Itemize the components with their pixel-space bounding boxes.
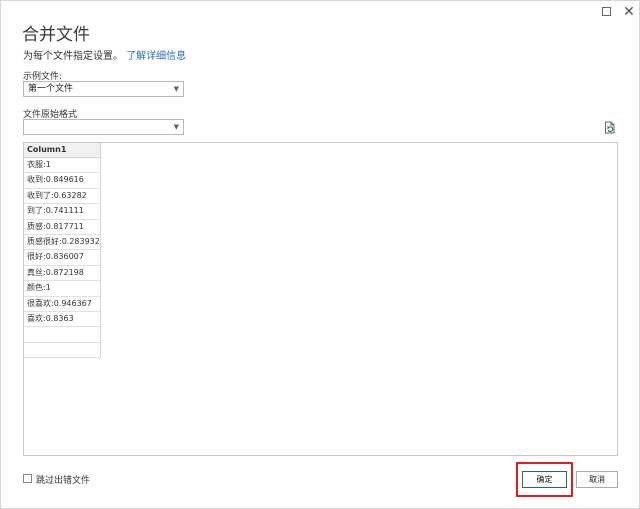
table-row[interactable]: 颜色:1 <box>24 281 100 297</box>
dialog-title: 合并文件 <box>22 25 90 45</box>
close-button[interactable]: ✕ <box>622 5 636 19</box>
learn-more-link[interactable]: 了解详细信息 <box>126 51 186 62</box>
sample-file-value: 第一个文件 <box>28 84 74 94</box>
file-origin-dropdown[interactable]: ▼ <box>23 119 184 135</box>
preview-table: Column1 衣服:1 收到:0.849616 收到了:0.63282 到了:0.7… <box>24 143 101 359</box>
ok-button[interactable]: 确定 <box>522 471 567 488</box>
subtitle-text: 为每个文件指定设置。 <box>23 51 123 62</box>
table-row[interactable]: 收到:0.849616 <box>24 173 100 189</box>
skip-errors-label: 跳过出错文件 <box>36 476 91 486</box>
chevron-down-icon: ▼ <box>173 123 179 131</box>
column-header[interactable]: Column1 <box>24 143 100 158</box>
maximize-button[interactable] <box>599 5 613 19</box>
table-row[interactable]: 真丝:0.872198 <box>24 266 100 282</box>
table-row[interactable]: 收到了:0.63282 <box>24 189 100 205</box>
table-row[interactable]: 质感:0.817711 <box>24 220 100 235</box>
table-row[interactable]: 衣服:1 <box>24 158 100 174</box>
table-row[interactable]: 很好:0.836007 <box>24 250 100 266</box>
dialog-subtitle: 为每个文件指定设置。 了解详细信息 <box>23 47 186 62</box>
table-row[interactable] <box>24 327 100 343</box>
table-row[interactable]: 喜欢:0.8363 <box>24 312 100 328</box>
table-row[interactable]: 质感很好:0.283932 <box>24 235 100 251</box>
table-row[interactable]: 很喜欢:0.946367 <box>24 297 100 312</box>
table-row[interactable]: 到了:0.741111 <box>24 204 100 220</box>
skip-errors-checkbox[interactable] <box>23 474 32 483</box>
table-row[interactable] <box>24 343 100 359</box>
maximize-icon <box>601 7 611 16</box>
close-icon: ✕ <box>623 4 635 20</box>
chevron-down-icon: ▼ <box>173 85 179 93</box>
combine-files-dialog: ✕ 合并文件 为每个文件指定设置。 了解详细信息 示例文件: 第一个文件 ▼ 文… <box>0 0 640 509</box>
preview-pane: Column1 衣服:1 收到:0.849616 收到了:0.63282 到了:0.7… <box>23 142 618 456</box>
sample-file-dropdown[interactable]: 第一个文件 ▼ <box>23 81 184 97</box>
refresh-preview-icon[interactable] <box>604 121 616 134</box>
cancel-button[interactable]: 取消 <box>576 471 618 488</box>
